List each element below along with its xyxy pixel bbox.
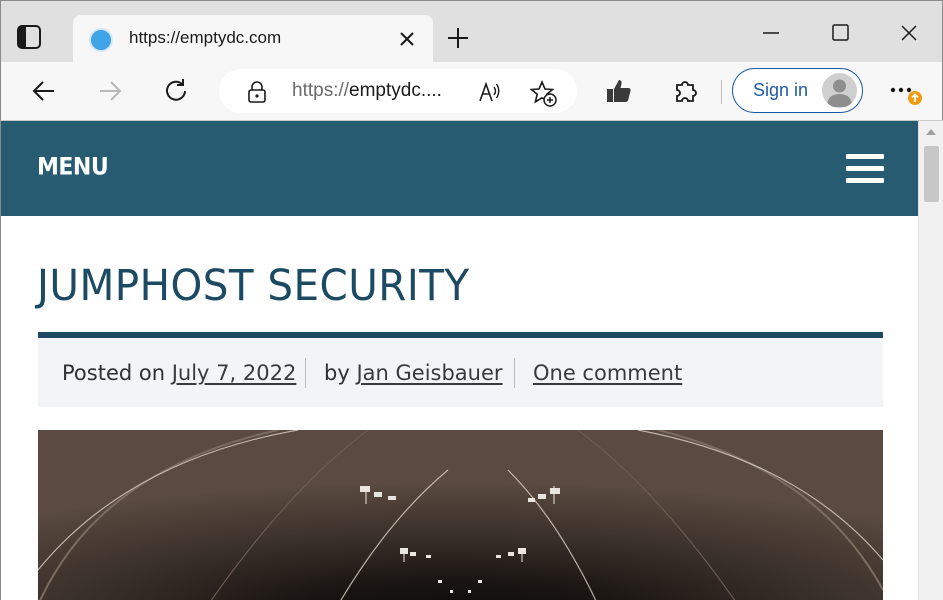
- posted-on-label: Posted on: [62, 361, 166, 385]
- back-arrow-icon[interactable]: [29, 76, 59, 106]
- close-icon[interactable]: [395, 27, 419, 51]
- lock-icon[interactable]: [247, 81, 267, 103]
- by-label: by: [324, 361, 350, 385]
- scroll-up-arrow-icon[interactable]: [926, 129, 936, 135]
- browser-toolbar: https://emptydc.... Sign in: [0, 62, 943, 120]
- post-author: by Jan Geisbauer: [324, 361, 503, 385]
- featured-image: [38, 430, 883, 600]
- browser-tab[interactable]: https://emptydc.com: [73, 15, 433, 63]
- meta-divider: [514, 358, 515, 388]
- menu-label[interactable]: MENU: [37, 154, 109, 181]
- post-date: Posted on July 7, 2022: [62, 361, 296, 385]
- maximize-icon[interactable]: [829, 21, 853, 45]
- address-bar[interactable]: https://emptydc....: [219, 69, 577, 113]
- url-scheme: https://: [292, 80, 350, 101]
- tab-title: https://emptydc.com: [129, 28, 282, 47]
- vertical-scrollbar[interactable]: [918, 121, 943, 600]
- meta-divider: [305, 358, 306, 388]
- url-host: emptydc....: [349, 80, 442, 101]
- post-date-link[interactable]: July 7, 2022: [172, 361, 297, 385]
- url-text[interactable]: https://emptydc....: [292, 80, 442, 102]
- hamburger-menu-icon[interactable]: [846, 154, 884, 184]
- comments-link[interactable]: One comment: [533, 361, 682, 385]
- more-icon[interactable]: [889, 76, 929, 110]
- toolbar-divider: [721, 80, 722, 104]
- refresh-icon[interactable]: [161, 76, 191, 106]
- extensions-icon[interactable]: [671, 76, 701, 106]
- minimize-icon[interactable]: [759, 21, 783, 45]
- tab-bar: https://emptydc.com: [0, 0, 943, 63]
- add-favorite-icon[interactable]: [529, 79, 557, 107]
- scroll-thumb[interactable]: [924, 146, 939, 202]
- post-title: JUMPHOST SECURITY: [37, 261, 470, 311]
- close-window-icon[interactable]: [897, 21, 921, 45]
- site-favicon-icon: [89, 28, 113, 52]
- site-header: MENU: [1, 121, 918, 216]
- thumbs-up-icon[interactable]: [604, 76, 634, 106]
- post-meta: Posted on July 7, 2022 by Jan Geisbauer …: [38, 338, 883, 407]
- forward-arrow-icon[interactable]: [95, 76, 125, 106]
- plus-icon[interactable]: [445, 25, 471, 51]
- post-comments: One comment: [533, 361, 682, 385]
- author-link[interactable]: Jan Geisbauer: [356, 361, 502, 385]
- page-viewport: MENU JUMPHOST SECURITY Posted on July 7,…: [0, 120, 943, 600]
- read-aloud-icon[interactable]: [477, 79, 503, 105]
- sign-in-button[interactable]: Sign in: [732, 68, 863, 113]
- avatar-icon: [822, 73, 857, 108]
- tab-actions-icon[interactable]: [15, 23, 43, 51]
- sign-in-label: Sign in: [753, 80, 809, 100]
